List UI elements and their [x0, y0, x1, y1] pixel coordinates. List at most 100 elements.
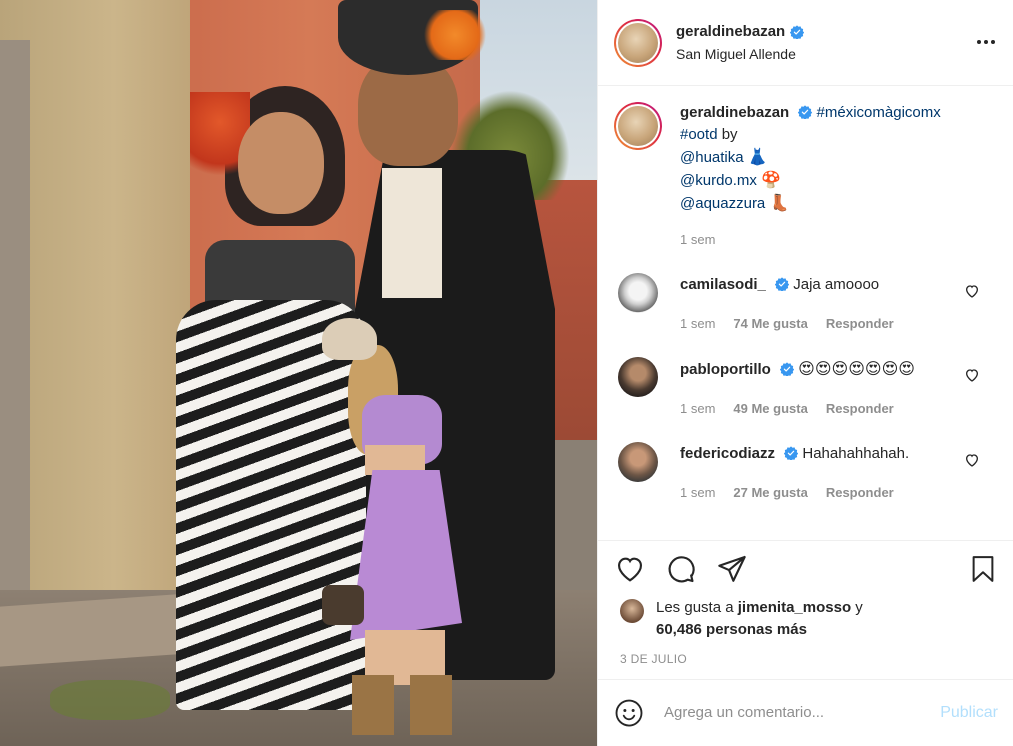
comment-time[interactable]: 1 sem: [680, 481, 715, 504]
liker-username[interactable]: jimenita_mosso: [738, 599, 851, 616]
comment-meta: 1 sem 49 Me gusta Responder: [680, 397, 950, 420]
photo-grass: [50, 680, 170, 720]
dot: [977, 40, 981, 44]
avatar-image: [618, 22, 658, 63]
caption-username[interactable]: geraldinebazan: [680, 104, 789, 121]
comment-item: camilasodi_ Jaja amoooo 1 sem 74 Me gust…: [614, 273, 998, 335]
liker-avatar[interactable]: [620, 599, 644, 623]
mention-link[interactable]: @aquazzura: [680, 195, 765, 212]
avatar-image: [618, 106, 658, 146]
comment-item: pabloportillo 😍😍😍😍😍😍😍 1 sem 49 Me gusta …: [614, 357, 998, 420]
comment-body: camilasodi_ Jaja amoooo 1 sem 74 Me gust…: [680, 273, 950, 335]
avatar-ring-inner: [616, 20, 660, 65]
verified-badge-icon: [775, 277, 790, 291]
comment-text-line: camilasodi_ Jaja amoooo: [680, 273, 950, 296]
post-photo[interactable]: [0, 0, 597, 746]
giant-man-hat-flower: [420, 10, 490, 60]
post-header: geraldinebazan San Miguel Allende: [598, 0, 1013, 86]
comment-likes[interactable]: 27 Me gusta: [733, 481, 807, 504]
caption-line-2: #ootd by: [680, 124, 941, 146]
comment-text: Hahahahhahah.: [802, 445, 910, 462]
comment-username[interactable]: federicodiazz: [680, 445, 775, 462]
hashtag-link[interactable]: #ootd: [680, 126, 718, 143]
heart-icon[interactable]: [964, 367, 980, 383]
smiley-icon[interactable]: [614, 698, 644, 728]
comment-body: federicodiazz Hahahahhahah. 1 sem 27 Me …: [680, 442, 950, 504]
caption-line-5: @aquazzura 👢: [680, 192, 941, 215]
caption-by: by: [721, 126, 738, 143]
heart-icon[interactable]: [964, 283, 980, 299]
comment-likes[interactable]: 49 Me gusta: [733, 397, 807, 420]
add-comment-bar: Publicar: [598, 679, 1013, 745]
comment-input[interactable]: [664, 704, 924, 721]
publish-button[interactable]: Publicar: [940, 704, 998, 722]
comment-avatar[interactable]: [618, 442, 658, 482]
header-username[interactable]: geraldinebazan: [676, 23, 785, 40]
likes-others[interactable]: 60,486 personas más: [656, 621, 807, 638]
mention-link[interactable]: @kurdo.mx: [680, 172, 757, 189]
comment-bubble-icon[interactable]: [665, 553, 697, 585]
comment-body: pabloportillo 😍😍😍😍😍😍😍 1 sem 49 Me gusta …: [680, 357, 950, 420]
paper-plane-icon[interactable]: [716, 553, 748, 585]
comment-meta: 1 sem 27 Me gusta Responder: [680, 481, 950, 504]
more-options-icon[interactable]: [976, 32, 996, 52]
likes-text: Les gusta a jimenita_mosso y 60,486 pers…: [656, 597, 863, 641]
caption-body: geraldinebazan #méxicomàgicomx #ootd by …: [680, 102, 941, 251]
comment-text-line: pabloportillo 😍😍😍😍😍😍😍: [680, 357, 950, 381]
giant-woman-head: [238, 112, 324, 214]
verified-badge-icon: [784, 446, 799, 460]
comment-username[interactable]: camilasodi_: [680, 276, 766, 293]
comment-avatar[interactable]: [618, 357, 658, 397]
caption-time[interactable]: 1 sem: [680, 229, 941, 251]
comment-meta: 1 sem 74 Me gusta Responder: [680, 312, 950, 335]
header-avatar[interactable]: [614, 18, 662, 67]
header-username-row: geraldinebazan: [676, 23, 805, 40]
comment-text-line: federicodiazz Hahahahhahah.: [680, 442, 950, 465]
header-location[interactable]: San Miguel Allende: [676, 46, 804, 62]
person-hat: [322, 318, 377, 360]
likes-connector: y: [855, 599, 863, 616]
mushroom-emoji: 🍄: [761, 170, 782, 189]
caption: geraldinebazan #méxicomàgicomx #ootd by …: [614, 102, 998, 251]
reply-button[interactable]: Responder: [826, 481, 894, 504]
likes-line-1: Les gusta a jimenita_mosso y: [656, 597, 863, 619]
comment-item: federicodiazz Hahahahhahah. 1 sem 27 Me …: [614, 442, 998, 504]
avatar-ring-inner: [616, 104, 660, 148]
verified-badge-icon: [790, 24, 805, 39]
comment-avatar[interactable]: [618, 273, 658, 313]
giant-woman-dress: [176, 300, 366, 710]
comment-username[interactable]: pabloportillo: [680, 361, 771, 378]
dot: [991, 40, 995, 44]
comment-text: Jaja amoooo: [793, 276, 880, 293]
heart-icon[interactable]: [614, 553, 646, 585]
comment-time[interactable]: 1 sem: [680, 397, 715, 420]
photo-wall-column: [0, 40, 30, 640]
instagram-post: geraldinebazan San Miguel Allende gerald…: [0, 0, 1013, 746]
person-boots: [352, 675, 452, 735]
boot-emoji: 👢: [769, 193, 790, 212]
post-side-panel: geraldinebazan San Miguel Allende gerald…: [597, 0, 1013, 746]
giant-man-shirt: [382, 168, 442, 298]
caption-avatar[interactable]: [614, 102, 662, 150]
reply-button[interactable]: Responder: [826, 312, 894, 335]
comment-likes[interactable]: 74 Me gusta: [733, 312, 807, 335]
verified-badge-icon: [780, 362, 794, 376]
likes-line-2: 60,486 personas más: [656, 619, 863, 641]
caption-line-1: geraldinebazan #méxicomàgicomx: [680, 102, 941, 124]
heart-icon[interactable]: [964, 452, 980, 468]
post-date[interactable]: 3 DE JULIO: [620, 652, 687, 666]
comments-section[interactable]: geraldinebazan #méxicomàgicomx #ootd by …: [598, 86, 1013, 540]
caption-line-4: @kurdo.mx 🍄: [680, 169, 941, 192]
comment-time[interactable]: 1 sem: [680, 312, 715, 335]
header-text: geraldinebazan San Miguel Allende: [676, 23, 805, 62]
bookmark-icon[interactable]: [968, 553, 998, 585]
likes-summary: Les gusta a jimenita_mosso y 60,486 pers…: [620, 597, 863, 641]
likes-prefix: Les gusta a: [656, 599, 734, 616]
reply-button[interactable]: Responder: [826, 397, 894, 420]
post-actions: Les gusta a jimenita_mosso y 60,486 pers…: [598, 540, 1013, 745]
person-bag: [322, 585, 364, 625]
action-icons: [614, 553, 748, 585]
hashtag-link[interactable]: #méxicomàgicomx: [817, 104, 941, 121]
verified-badge-icon: [798, 105, 813, 119]
mention-link[interactable]: @huatika: [680, 149, 744, 166]
